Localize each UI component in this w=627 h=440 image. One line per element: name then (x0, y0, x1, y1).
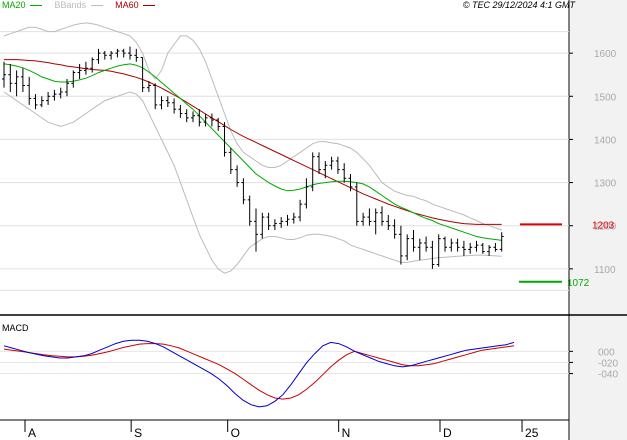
ohlc-bar (134, 48, 139, 62)
ohlc-bar (392, 219, 397, 239)
macd-signal-line (3, 343, 515, 400)
price-tick-label: 1600 (594, 49, 617, 60)
ohlc-bar (361, 212, 366, 226)
ohlc-bar (480, 242, 485, 254)
ohlc-bar (443, 236, 447, 252)
ohlc-bar (298, 199, 303, 222)
ohlc-bar (27, 76, 32, 105)
ohlc-bar (272, 219, 277, 231)
ohlc-bar (266, 212, 271, 231)
ohlc-bar (96, 48, 101, 64)
ohlc-bar (373, 208, 378, 235)
legend-item-ma60: MA60 (115, 0, 163, 10)
legend-label-bbands: BBands (54, 0, 87, 10)
ohlc-bar (329, 156, 334, 170)
ohlc-bar (430, 240, 435, 269)
legend: MA20 BBands MA60 (2, 0, 165, 10)
ohlc-bar (474, 240, 479, 252)
ohlc-bar (191, 111, 195, 123)
ohlc-bar (77, 63, 82, 80)
bbands-upper-line (3, 22, 502, 231)
legend-item-bbands: BBands (55, 0, 114, 10)
ohlc-bar (461, 240, 466, 256)
x-tick-label: S (134, 426, 142, 440)
legend-swatch-ma60 (143, 5, 156, 7)
ohlc-bar (455, 238, 460, 252)
ohlc-bar (398, 225, 403, 265)
ohlc-bar (102, 50, 107, 60)
price-tick-label: 1300 (594, 179, 617, 190)
ohlc-bar (436, 234, 441, 267)
ohlc-bar (8, 63, 13, 92)
ohlc-bar (487, 245, 492, 256)
ohlc-bar (58, 87, 63, 99)
ohlc-bar (417, 238, 422, 261)
ohlc-bar (172, 98, 177, 114)
price-tick-label: 1100 (594, 265, 616, 276)
ohlc-bar (46, 91, 51, 105)
ohlc-bar (159, 96, 164, 110)
price-tag-label: 1072 (567, 278, 590, 289)
ohlc-bar (178, 104, 183, 118)
macd-tick-label: -040 (598, 370, 618, 381)
ohlc-bar (71, 70, 76, 88)
ohlc-bar (317, 152, 321, 174)
ohlc-bar (367, 208, 372, 226)
x-tick-label: 25 (525, 426, 539, 440)
ohlc-bar (14, 70, 19, 97)
ohlc-bar (380, 206, 384, 226)
ohlc-bar (184, 109, 189, 123)
ohlc-bar (140, 56, 145, 92)
ohlc-bar (499, 232, 504, 252)
ohlc-bar (386, 214, 391, 231)
ohlc-bar (449, 238, 454, 252)
x-tick-label: D (443, 426, 452, 440)
legend-label-ma20: MA20 (2, 0, 26, 10)
x-tick-label: A (28, 426, 36, 440)
legend-item-ma20: MA20 (2, 0, 53, 10)
ohlc-bar (354, 182, 359, 226)
ohlc-bar (216, 117, 221, 131)
legend-swatch-ma20 (30, 5, 43, 7)
ohlc-bar (165, 96, 170, 108)
ohlc-bar (90, 57, 95, 73)
ohlc-bar (109, 50, 114, 60)
macd-tick-label: 000 (598, 347, 615, 358)
x-tick-label: N (342, 426, 351, 440)
ohlc-bar (20, 68, 25, 92)
ohlc-bar (411, 230, 416, 252)
ohlc-bar (254, 208, 258, 252)
ohlc-bar (2, 61, 6, 88)
stock-chart: 110012001300140015001600000-020-040A S O N D… (0, 0, 627, 440)
legend-swatch-bbands (90, 5, 103, 7)
ohlc-bar (203, 113, 208, 127)
ohlc-bar (228, 148, 233, 174)
price-tick-label: 1400 (594, 135, 617, 146)
ohlc-bar (323, 161, 328, 179)
ohlc-bar (493, 242, 498, 252)
ohlc-bar (279, 217, 284, 228)
ohlc-bar (285, 214, 290, 226)
ma20-line (3, 63, 502, 241)
macd-title: MACD (2, 323, 29, 333)
copyright-text: © TEC 29/12/2024 4:1 GMT (462, 0, 575, 10)
price-tag-label: 1203 (592, 220, 615, 231)
ohlc-bar (405, 234, 410, 261)
ohlc-bar (342, 163, 347, 183)
ohlc-bar (39, 96, 44, 108)
ohlc-bar (424, 236, 429, 252)
ohlc-bar (247, 195, 252, 226)
ohlc-bar (468, 242, 473, 254)
ohlc-bar (209, 113, 214, 127)
ohlc-bar (235, 165, 240, 187)
ma60-line (4, 59, 502, 225)
ohlc-bar (52, 89, 57, 101)
x-tick-label: O (231, 426, 240, 440)
legend-label-ma60: MA60 (115, 0, 139, 10)
ohlc-bar (335, 156, 340, 174)
ohlc-bar (291, 212, 296, 224)
chart-root: 1100 1200 1300 1400 1500 1600 000 -020 -040 A S O N D… (0, 0, 627, 440)
macd-tick-label: -020 (598, 358, 618, 369)
price-tick-label: 1500 (594, 92, 617, 103)
